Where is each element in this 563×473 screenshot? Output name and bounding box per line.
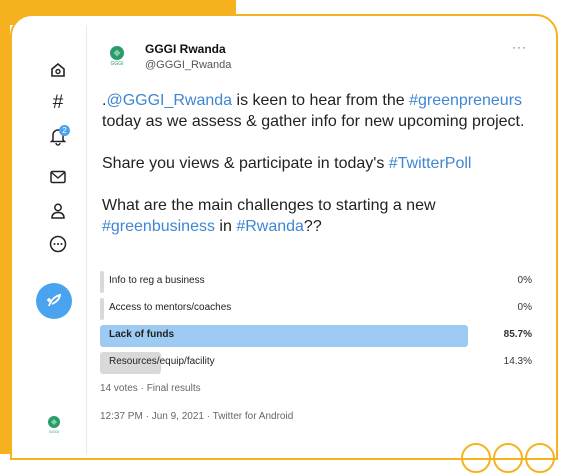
tweet-link[interactable]: #greenpreneurs <box>409 92 522 109</box>
decorative-circle <box>493 443 523 473</box>
tweet-card <box>10 14 558 460</box>
poll-option-label: Access to mentors/coaches <box>109 302 232 313</box>
gggi-logo-icon <box>48 415 60 428</box>
decorative-circle <box>525 443 555 473</box>
poll-summary: 14 votes · Final results <box>100 383 201 394</box>
feather-icon <box>47 293 62 307</box>
tweet-link[interactable]: #greenbusiness <box>102 218 215 235</box>
avatar-logo-text: GGGI <box>110 61 124 67</box>
tweet-paragraph-1: .@GGGI_Rwanda is keen to hear from the #… <box>102 90 532 132</box>
tweet-timestamp[interactable]: 12:37 PM · Jun 9, 2021 · Twitter for And… <box>100 411 293 422</box>
tweet-text-segment: is keen to hear from the <box>232 92 410 109</box>
tweet-link[interactable]: #Rwanda <box>236 218 304 235</box>
compose-tweet-button[interactable] <box>36 283 72 319</box>
notification-icon[interactable]: 2 <box>43 121 73 151</box>
poll-option-percent: 14.3% <box>503 356 532 367</box>
poll-bar <box>100 298 104 320</box>
hashtag-icon[interactable]: # <box>43 88 73 118</box>
poll-bar <box>100 271 104 293</box>
poll-option: Resources/equip/facility 14.3% <box>100 349 532 376</box>
account-handle[interactable]: @GGGI_Rwanda <box>145 59 231 71</box>
home-icon[interactable] <box>43 55 73 85</box>
poll-option-label: Info to reg a business <box>109 275 205 286</box>
poll-option: Access to mentors/coaches 0% <box>100 295 532 322</box>
tweet-link[interactable]: @GGGI_Rwanda <box>106 92 232 109</box>
poll-option: Lack of funds 85.7% <box>100 322 532 349</box>
profile-icon[interactable] <box>43 196 73 226</box>
tweet-text-segment: in <box>214 218 237 235</box>
tweet-text-segment: What are the main challenges to starting… <box>102 197 436 214</box>
poll-option: Info to reg a business 0% <box>100 268 532 295</box>
account-avatar-small[interactable]: GGGI <box>43 413 65 435</box>
poll-option-label: Lack of funds <box>109 329 175 340</box>
poll-option-percent: 0% <box>517 275 532 286</box>
poll-option-percent: 0% <box>517 302 532 313</box>
poll-option-label: Resources/equip/facility <box>109 356 215 367</box>
tweet-text-segment: today as we assess & gather info for new… <box>102 113 525 130</box>
tweet-paragraph-3: What are the main challenges to starting… <box>102 195 532 237</box>
tweet-paragraph-2: Share you views & participate in today's… <box>102 153 532 174</box>
tweet-text-segment: ?? <box>303 218 322 235</box>
mini-logo-text: GGGI <box>48 428 60 434</box>
avatar[interactable]: GGGI <box>104 43 130 69</box>
poll-option-percent: 85.7% <box>503 329 532 340</box>
notification-badge: 2 <box>59 125 70 136</box>
more-circle-icon[interactable] <box>43 229 73 259</box>
rail-divider <box>86 25 87 454</box>
orange-decoration-left <box>0 0 10 454</box>
tweet-text-segment: Share you views & participate in today's <box>102 155 389 172</box>
tweet-text: .@GGGI_Rwanda is keen to hear from the #… <box>102 90 532 237</box>
decorative-circle <box>461 443 491 473</box>
account-name[interactable]: GGGI Rwanda <box>145 42 226 56</box>
gggi-logo-icon <box>110 46 124 60</box>
more-options-button[interactable]: ··· <box>512 40 527 54</box>
tweet-link[interactable]: #TwitterPoll <box>389 155 472 172</box>
twitter-poll: Info to reg a business 0% Access to mentor… <box>100 268 532 376</box>
mail-icon[interactable] <box>43 162 73 192</box>
